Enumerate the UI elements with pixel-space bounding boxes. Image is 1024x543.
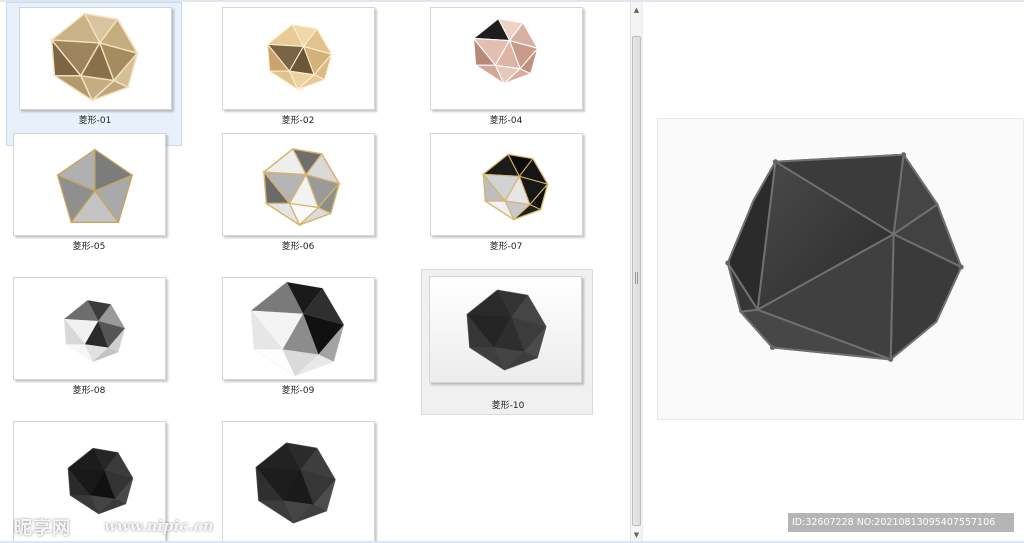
file-label: 菱形-06 [281, 242, 315, 252]
file-label: 菱形-09 [281, 386, 315, 396]
file-tile-06[interactable]: 菱形-06 [209, 128, 385, 272]
pentagon-gray-gold-icon [56, 148, 134, 224]
file-label: 菱形-10 [491, 401, 525, 411]
vertical-scrollbar[interactable]: ▲ ▼ [630, 2, 641, 543]
icosahedron-gold-icon [49, 12, 139, 103]
thumbnail-image [430, 133, 583, 236]
scroll-down-arrow-icon[interactable]: ▼ [632, 530, 641, 540]
file-tile-12[interactable] [209, 416, 385, 543]
file-label: 菱形-04 [489, 116, 523, 126]
icosahedron-black-gold-icon [481, 153, 549, 221]
icosahedron-dark-icon [466, 289, 547, 371]
icosahedron-silver-large-icon [250, 281, 345, 377]
icosahedron-preview-icon [725, 152, 964, 362]
thumbnail-image [222, 7, 375, 110]
file-tile-02[interactable]: 菱形-02 [209, 2, 385, 146]
file-label: 菱形-01 [78, 116, 112, 126]
file-label: 菱形-02 [281, 116, 315, 126]
thumbnail-image [222, 421, 375, 543]
file-tile-10[interactable]: 菱形-10 [421, 269, 593, 415]
scrollbar-grip-icon [635, 272, 638, 284]
icosahedron-silver-icon [63, 299, 126, 362]
file-label: 菱形-05 [72, 242, 106, 252]
preview-image [657, 118, 1024, 420]
thumbnail-image [429, 276, 582, 383]
icosahedron-gold-icon [266, 23, 333, 91]
thumbnail-image [19, 7, 172, 110]
thumbnail-image [222, 133, 375, 236]
file-tile-09[interactable]: 菱形-09 [209, 272, 385, 416]
icosahedron-dark-icon [255, 442, 336, 524]
thumbnail-image [13, 277, 166, 380]
watermark-logo: 昵享网 [14, 518, 71, 539]
icosahedron-silver-gold-icon [262, 148, 341, 227]
thumbnail-image [430, 7, 583, 110]
file-tile-07[interactable]: 菱形-07 [417, 128, 593, 272]
file-tile-01[interactable]: 菱形-01 [6, 2, 182, 146]
thumbnail-image [222, 277, 375, 380]
thumbnail-image [13, 133, 166, 236]
scroll-up-arrow-icon[interactable]: ▲ [632, 5, 641, 15]
file-label: 菱形-07 [489, 242, 523, 252]
thumbnail-grid: 菱形-01 菱形-02 菱形-04 菱形-05 菱形-06 菱形-07 菱形-0… [0, 2, 630, 543]
scrollbar-thumb[interactable] [632, 36, 641, 526]
file-label: 菱形-08 [72, 386, 106, 396]
file-tile-04[interactable]: 菱形-04 [417, 2, 593, 146]
watermark-url: www.nipic.cn [104, 517, 214, 535]
watermark-id-badge: ID:32607228 NO:20210813095407557106 [788, 513, 1014, 532]
file-tile-05[interactable]: 菱形-05 [0, 128, 176, 272]
icosahedron-rose-icon [472, 17, 539, 86]
file-tile-08[interactable]: 菱形-08 [0, 272, 176, 416]
